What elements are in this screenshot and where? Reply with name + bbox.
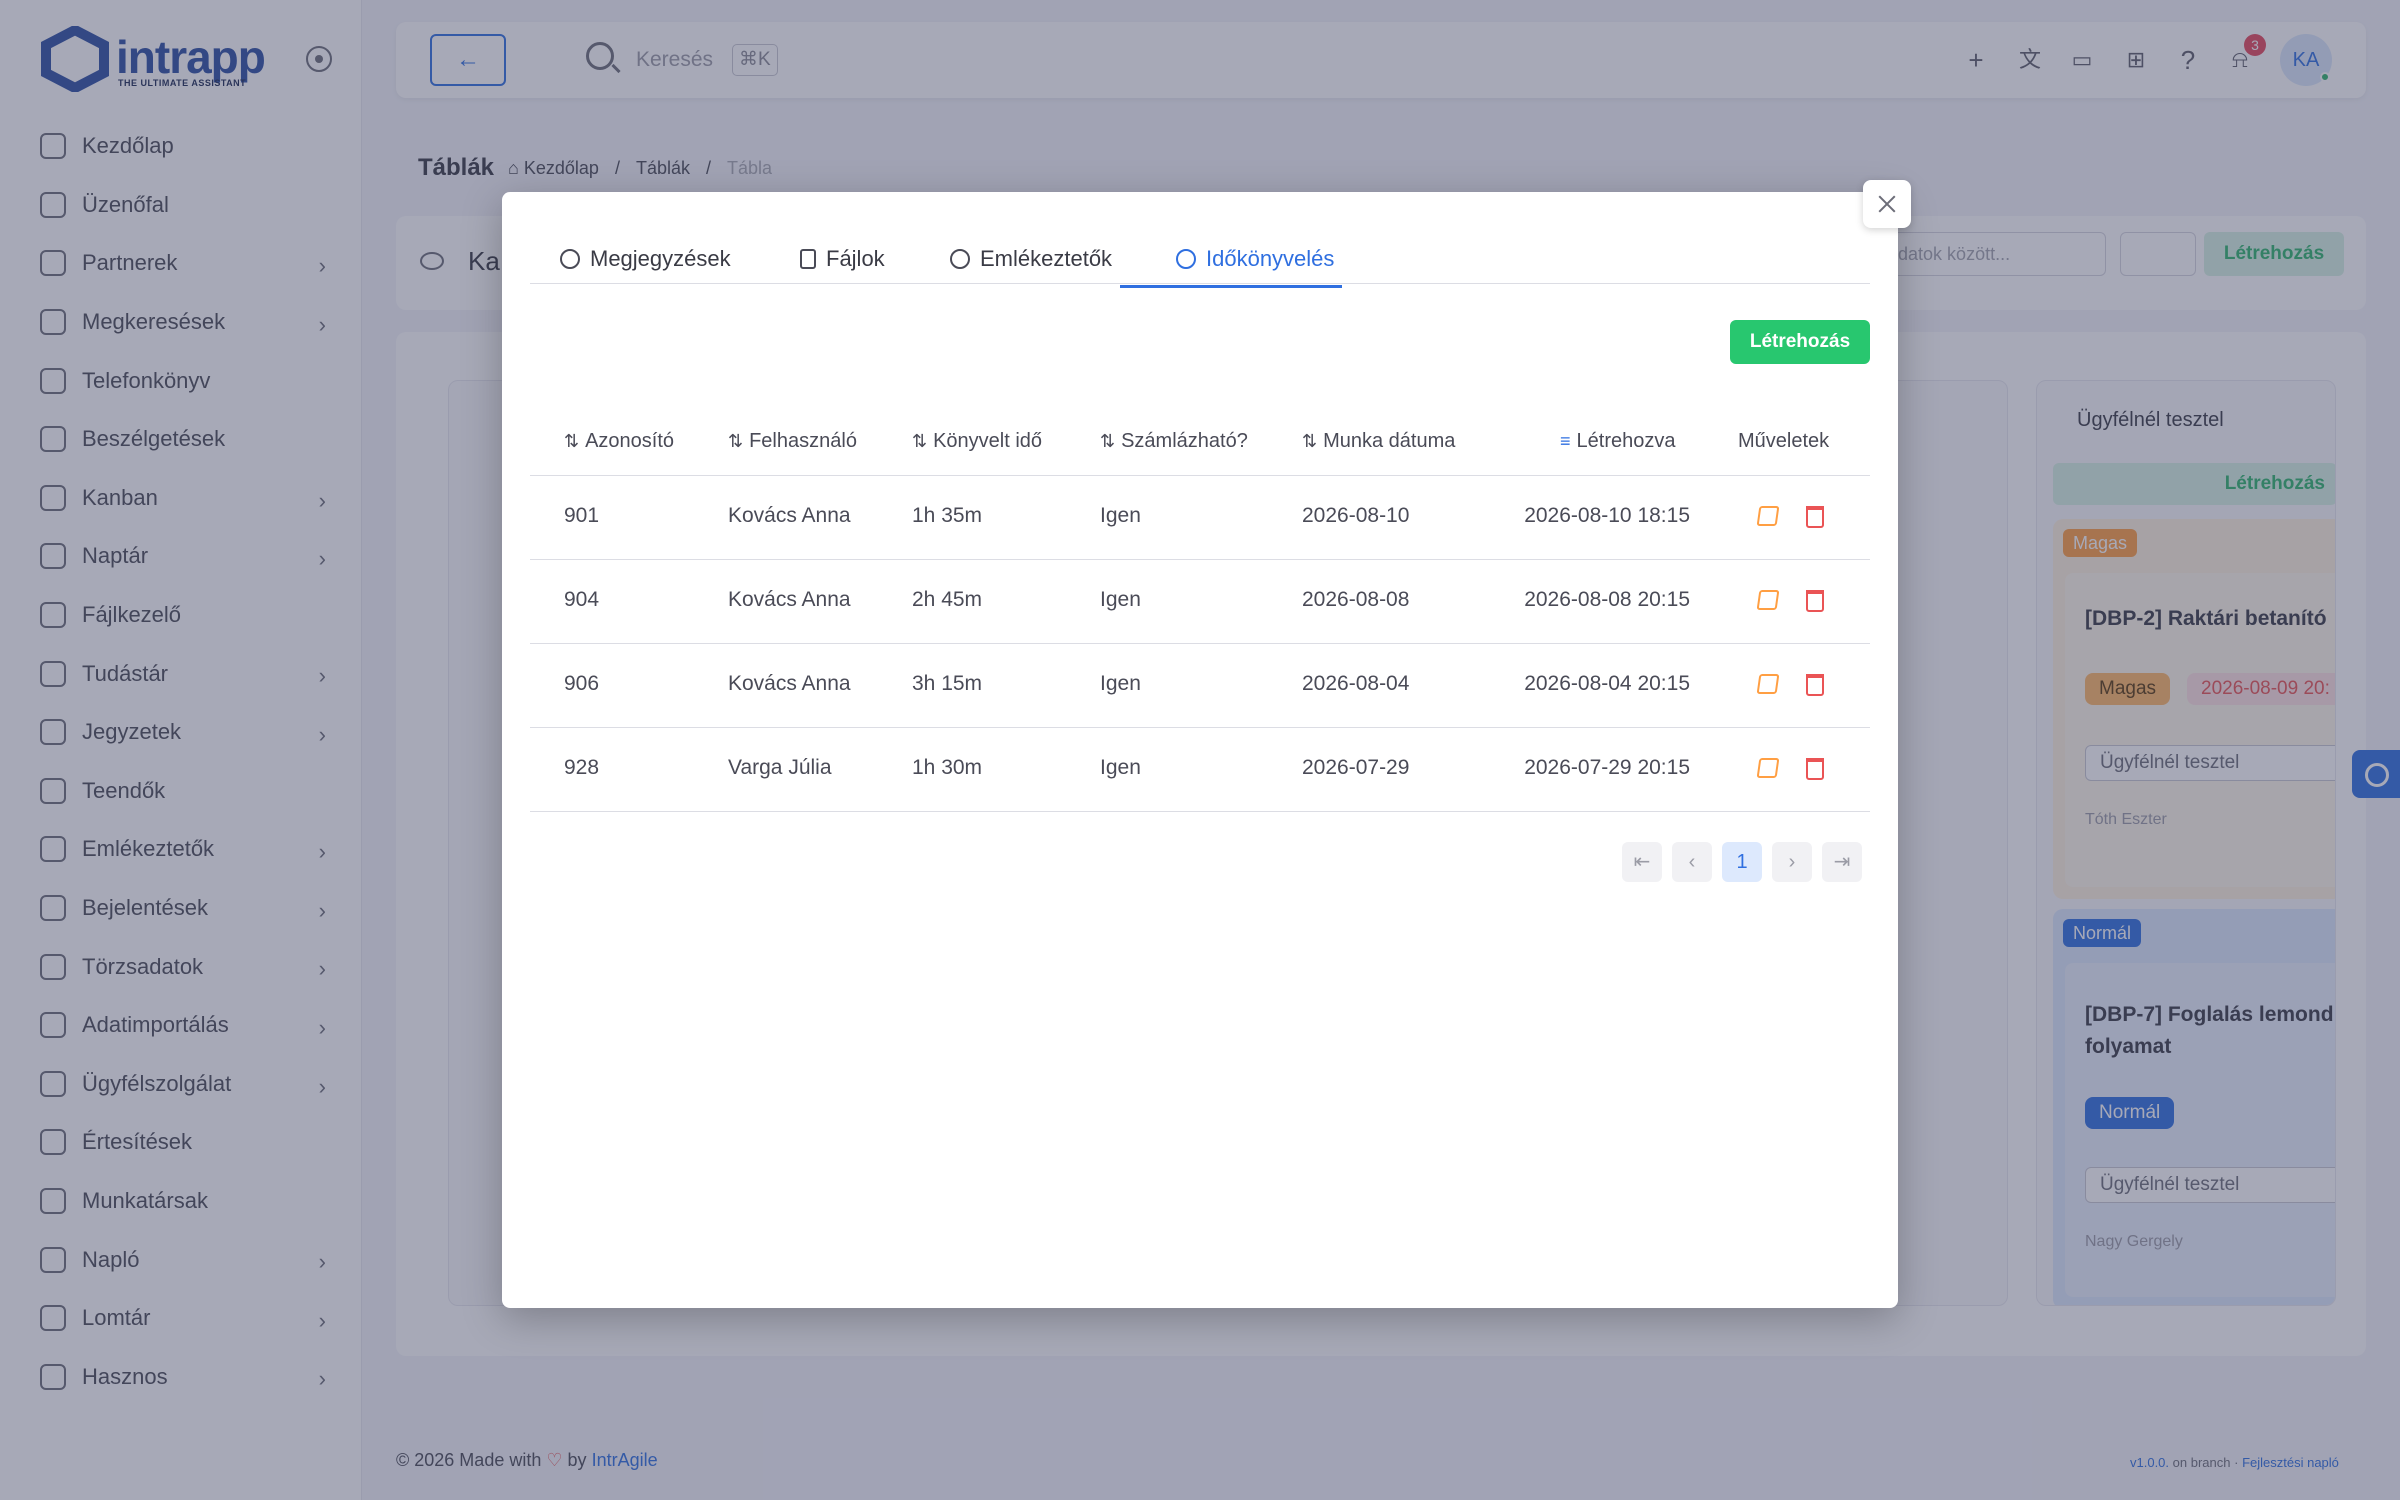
table-body: 901 Kovács Anna 1h 35m Igen 2026-08-10 2026-0…	[530, 476, 1870, 812]
edit-icon[interactable]	[1756, 590, 1780, 610]
trash-icon[interactable]	[1806, 590, 1824, 612]
cell-billable: Igen	[1100, 588, 1141, 611]
edit-icon[interactable]	[1756, 506, 1780, 526]
alarm-icon	[950, 249, 970, 269]
cell-created: 2026-08-04 20:15	[1524, 672, 1690, 695]
trash-icon[interactable]	[1806, 674, 1824, 696]
pagination: ⇤ ‹ 1 › ⇥	[1622, 842, 1862, 882]
cell-user: Kovács Anna	[728, 504, 851, 527]
cell-billable: Igen	[1100, 756, 1141, 779]
cell-time: 2h 45m	[912, 588, 983, 611]
comment-icon	[560, 249, 580, 269]
sort-icon: ⇅	[912, 431, 928, 451]
tab-time-tracking[interactable]: Időkönyvelés	[1176, 246, 1334, 284]
cell-created: 2026-08-10 18:15	[1524, 504, 1690, 527]
column-header-billable[interactable]: ⇅ Számlázható?	[1100, 430, 1248, 453]
cell-work-date: 2026-08-04	[1302, 672, 1410, 695]
prev-page-button[interactable]: ‹	[1672, 842, 1712, 882]
active-tab-indicator	[1120, 285, 1342, 288]
table-header: ⇅ Azonosító ⇅ Felhasználó ⇅ Könyvelt idő ⇅ S…	[530, 412, 1870, 476]
sort-icon: ⇅	[1302, 431, 1318, 451]
time-entries-table: ⇅ Azonosító ⇅ Felhasználó ⇅ Könyvelt idő ⇅ S…	[530, 412, 1870, 812]
tab-comments[interactable]: Megjegyzések	[560, 246, 731, 284]
column-header-booked-time[interactable]: ⇅ Könyvelt idő	[912, 430, 1042, 453]
create-time-entry-button[interactable]: Létrehozás	[1730, 320, 1870, 364]
cell-work-date: 2026-07-29	[1302, 756, 1410, 779]
task-detail-modal: Megjegyzések Fájlok Emlékeztetők Időköny…	[502, 180, 1911, 1308]
cell-id: 928	[564, 756, 600, 779]
cell-billable: Igen	[1100, 504, 1141, 527]
column-header-work-date[interactable]: ⇅ Munka dátuma	[1302, 430, 1455, 453]
next-page-button[interactable]: ›	[1772, 842, 1812, 882]
file-icon	[800, 249, 816, 269]
cell-user: Kovács Anna	[728, 672, 851, 695]
sort-active-icon: ≡	[1560, 431, 1571, 451]
cell-created: 2026-07-29 20:15	[1524, 756, 1690, 779]
cell-time: 3h 15m	[912, 672, 983, 695]
close-icon[interactable]	[1863, 180, 1911, 228]
modal-tabs: Megjegyzések Fájlok Emlékeztetők Időköny…	[530, 246, 1870, 284]
sort-icon: ⇅	[564, 431, 580, 451]
trash-icon[interactable]	[1806, 758, 1824, 780]
trash-icon[interactable]	[1806, 506, 1824, 528]
tab-reminders[interactable]: Emlékeztetők	[950, 246, 1112, 284]
sort-icon: ⇅	[1100, 431, 1116, 451]
cell-created: 2026-08-08 20:15	[1524, 588, 1690, 611]
cell-id: 906	[564, 672, 600, 695]
cell-work-date: 2026-08-10	[1302, 504, 1410, 527]
table-row: 906 Kovács Anna 3h 15m Igen 2026-08-04 2026-0…	[530, 644, 1870, 728]
cell-user: Kovács Anna	[728, 588, 851, 611]
cell-work-date: 2026-08-08	[1302, 588, 1410, 611]
table-row: 904 Kovács Anna 2h 45m Igen 2026-08-08 2026-0…	[530, 560, 1870, 644]
tab-files[interactable]: Fájlok	[800, 246, 885, 284]
edit-icon[interactable]	[1756, 758, 1780, 778]
column-header-created[interactable]: ≡ Létrehozva	[1560, 430, 1675, 453]
first-page-button[interactable]: ⇤	[1622, 842, 1662, 882]
column-header-actions: Műveletek	[1738, 430, 1830, 452]
edit-icon[interactable]	[1756, 674, 1780, 694]
sort-icon: ⇅	[728, 431, 744, 451]
clock-icon	[1176, 249, 1196, 269]
table-row: 928 Varga Júlia 1h 30m Igen 2026-07-29 2026-0…	[530, 728, 1870, 812]
column-header-id[interactable]: ⇅ Azonosító	[564, 430, 674, 453]
cell-time: 1h 30m	[912, 756, 983, 779]
cell-time: 1h 35m	[912, 504, 983, 527]
column-header-user[interactable]: ⇅ Felhasználó	[728, 430, 857, 453]
cell-id: 904	[564, 588, 600, 611]
cell-billable: Igen	[1100, 672, 1141, 695]
table-row: 901 Kovács Anna 1h 35m Igen 2026-08-10 2026-0…	[530, 476, 1870, 560]
last-page-button[interactable]: ⇥	[1822, 842, 1862, 882]
cell-id: 901	[564, 504, 600, 527]
page-1-button[interactable]: 1	[1722, 842, 1762, 882]
cell-user: Varga Júlia	[728, 756, 832, 779]
